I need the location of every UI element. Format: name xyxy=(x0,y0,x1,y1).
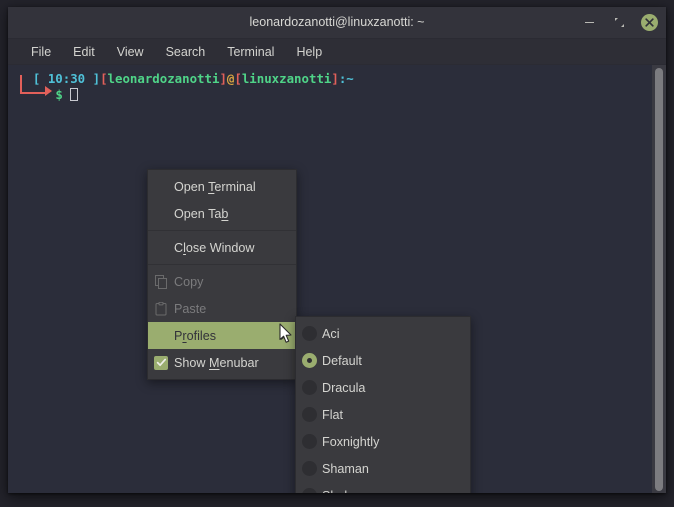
context-menu-item-open-tab[interactable]: Open Tab xyxy=(148,200,296,227)
scrollbar-thumb[interactable] xyxy=(655,68,663,491)
prompt-time: [ 10:30 ] xyxy=(32,71,101,86)
radio-button-foxnightly[interactable] xyxy=(301,434,317,450)
title-bar[interactable]: leonardozanotti@linuxzanotti: ~ xyxy=(8,7,666,39)
radio-button-default[interactable] xyxy=(301,353,317,369)
profile-item-aci[interactable]: Aci xyxy=(296,320,470,347)
terminal-scrollbar[interactable] xyxy=(652,65,666,493)
radio-button-aci[interactable] xyxy=(301,326,317,342)
context-menu-item-profiles[interactable]: Profiles xyxy=(148,322,296,349)
profile-item-default[interactable]: Default xyxy=(296,347,470,374)
profile-item-dracula[interactable]: Dracula xyxy=(296,374,470,401)
window-controls xyxy=(581,7,658,38)
prompt-user-close-bracket: ] xyxy=(219,71,227,86)
radio-button-dracula[interactable] xyxy=(301,380,317,396)
menubar-item-view[interactable]: View xyxy=(106,43,155,61)
menubar-item-terminal[interactable]: Terminal xyxy=(216,43,285,61)
prompt-host-close-bracket: ] xyxy=(331,71,339,86)
close-window-label: Close Window xyxy=(174,240,255,255)
context-menu-item-paste: Paste xyxy=(148,295,296,322)
minimize-icon xyxy=(581,14,598,31)
prompt-user-open-bracket: [ xyxy=(100,71,108,86)
profile-label-foxnightly: Foxnightly xyxy=(322,434,380,449)
menubar-item-file[interactable]: File xyxy=(20,43,62,61)
profile-label-shaman: Shaman xyxy=(322,461,369,476)
prompt-dollar-symbol: $ xyxy=(55,87,63,102)
prompt-host-open-bracket: [ xyxy=(234,71,242,86)
paste-icon xyxy=(153,301,169,317)
show-menubar-label: Show Menubar xyxy=(174,355,259,370)
menubar-item-help[interactable]: Help xyxy=(285,43,333,61)
paste-label: Paste xyxy=(174,301,207,316)
menubar-item-search[interactable]: Search xyxy=(155,43,217,61)
context-menu: Open Terminal Open Tab Close Window Copy… xyxy=(147,169,297,380)
profile-item-shel[interactable]: Shel xyxy=(296,482,470,493)
context-menu-item-copy: Copy xyxy=(148,268,296,295)
context-menu-separator-1 xyxy=(148,230,296,231)
maximize-icon xyxy=(611,14,628,31)
profiles-submenu: Aci Default Dracula Flat Foxnightly Sham… xyxy=(295,316,471,493)
context-menu-item-open-terminal[interactable]: Open Terminal xyxy=(148,173,296,200)
radio-button-shaman[interactable] xyxy=(301,461,317,477)
open-terminal-label: Open Terminal xyxy=(174,179,256,194)
context-menu-item-show-menubar[interactable]: Show Menubar xyxy=(148,349,296,376)
terminal-window: leonardozanotti@linuxzanotti: ~ File Edi… xyxy=(8,7,666,493)
profile-label-dracula: Dracula xyxy=(322,380,366,395)
profile-label-flat: Flat xyxy=(322,407,343,422)
profile-item-flat[interactable]: Flat xyxy=(296,401,470,428)
profile-item-foxnightly[interactable]: Foxnightly xyxy=(296,428,470,455)
show-menubar-checkbox[interactable] xyxy=(153,355,169,371)
context-menu-separator-2 xyxy=(148,264,296,265)
terminal-body[interactable]: [ 10:30 ][leonardozanotti]@[linuxzanotti… xyxy=(8,65,666,493)
menu-bar: File Edit View Search Terminal Help xyxy=(8,39,666,65)
maximize-button[interactable] xyxy=(611,14,628,31)
terminal-output: [ 10:30 ][leonardozanotti]@[linuxzanotti… xyxy=(18,71,354,103)
profile-item-shaman[interactable]: Shaman xyxy=(296,455,470,482)
radio-button-flat[interactable] xyxy=(301,407,317,423)
menubar-item-edit[interactable]: Edit xyxy=(62,43,106,61)
copy-icon xyxy=(153,274,169,290)
minimize-button[interactable] xyxy=(581,14,598,31)
prompt-username: leonardozanotti xyxy=(107,71,220,86)
radio-button-shel[interactable] xyxy=(301,488,317,493)
window-title: leonardozanotti@linuxzanotti: ~ xyxy=(249,15,425,29)
context-menu-item-close-window[interactable]: Close Window xyxy=(148,234,296,261)
desktop-background: leonardozanotti@linuxzanotti: ~ File Edi… xyxy=(0,0,674,507)
profile-label-default: Default xyxy=(322,353,362,368)
profile-label-aci: Aci xyxy=(322,326,340,341)
prompt-path: :~ xyxy=(338,71,354,86)
copy-label: Copy xyxy=(174,274,204,289)
profiles-label: Profiles xyxy=(174,328,217,343)
close-icon xyxy=(641,14,658,31)
chevron-right-icon xyxy=(281,331,287,340)
prompt-hostname: linuxzanotti xyxy=(241,71,332,86)
close-button[interactable] xyxy=(641,14,658,31)
open-tab-label: Open Tab xyxy=(174,206,229,221)
terminal-cursor xyxy=(70,88,79,101)
profile-label-shel: Shel xyxy=(322,489,347,494)
checkbox-icon xyxy=(154,355,168,370)
